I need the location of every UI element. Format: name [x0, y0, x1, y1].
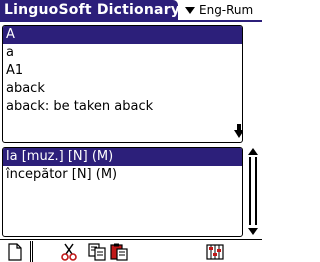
translation-item[interactable]: la [muz.] [N] (M) [3, 148, 242, 166]
dropdown-arrow-icon [185, 6, 195, 14]
word-list-item[interactable]: aback [3, 80, 242, 98]
settings-icon[interactable] [206, 243, 224, 261]
toolbar-separator [32, 241, 33, 262]
translation-scrollbar[interactable] [247, 147, 259, 237]
toolbar-separator [30, 241, 31, 262]
copy-icon[interactable] [88, 243, 106, 261]
language-pair-label: Eng-Rum [199, 3, 254, 17]
paste-icon[interactable] [110, 243, 128, 261]
translation-item[interactable]: începător [N] (M) [3, 166, 242, 184]
scroll-down-arrow-icon[interactable] [248, 228, 258, 235]
title-underline [0, 20, 262, 22]
word-list[interactable]: A a A1 aback aback: be taken aback [2, 25, 243, 143]
word-list-item[interactable]: a [3, 44, 242, 62]
cut-icon[interactable] [60, 243, 78, 261]
word-list-item[interactable]: A [3, 26, 242, 44]
scroll-up-arrow-icon[interactable] [248, 148, 258, 155]
app-title[interactable]: LinguoSoft Dictionary [0, 0, 180, 21]
new-document-icon[interactable] [6, 243, 24, 261]
toolbar-divider [0, 239, 262, 240]
scroll-down-arrow-icon[interactable] [234, 124, 242, 138]
language-selector[interactable]: Eng-Rum [183, 0, 262, 20]
title-bar: LinguoSoft Dictionary Eng-Rum [0, 0, 262, 22]
word-list-item[interactable]: A1 [3, 62, 242, 80]
word-list-item[interactable]: aback: be taken aback [3, 98, 242, 116]
scrollbar-thumb[interactable] [249, 157, 257, 225]
translation-pane[interactable]: la [muz.] [N] (M) începător [N] (M) [2, 147, 243, 237]
screen: LinguoSoft Dictionary Eng-Rum A a A1 aba… [0, 0, 262, 262]
